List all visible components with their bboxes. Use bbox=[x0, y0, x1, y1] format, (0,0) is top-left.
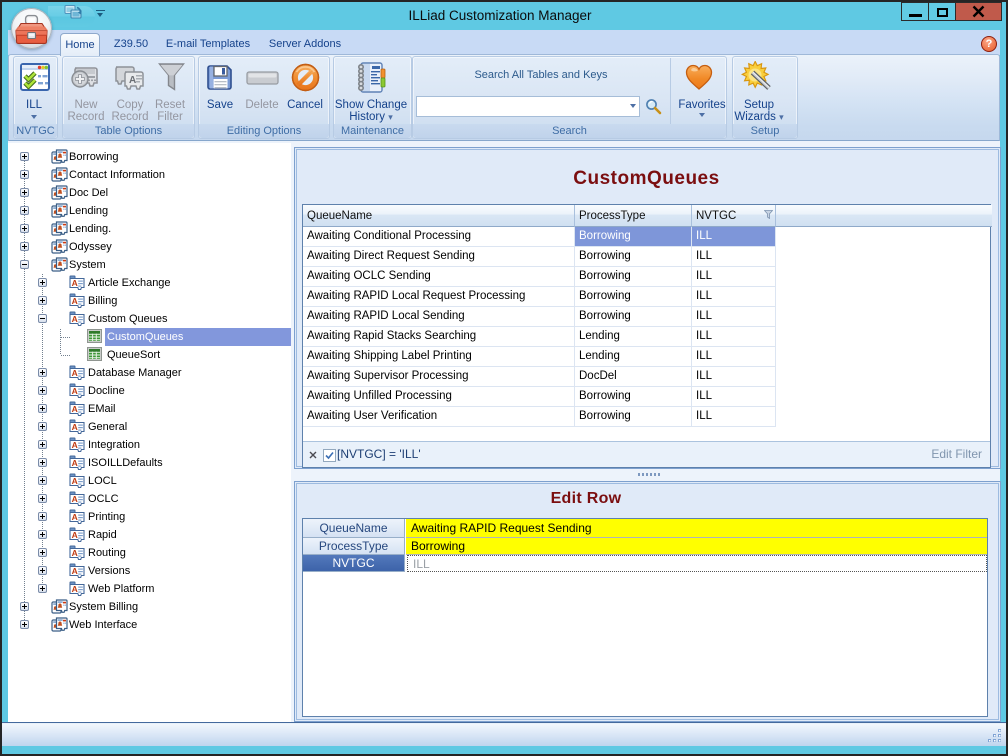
svg-text:A: A bbox=[72, 530, 78, 540]
svg-text:A: A bbox=[72, 386, 78, 396]
svg-text:A: A bbox=[72, 566, 78, 576]
svg-text:A: A bbox=[72, 476, 78, 486]
svg-text:A: A bbox=[72, 584, 78, 594]
svg-text:A: A bbox=[72, 278, 78, 288]
svg-text:A: A bbox=[72, 440, 78, 450]
svg-text:A: A bbox=[72, 314, 78, 324]
svg-text:A: A bbox=[72, 512, 78, 522]
svg-text:A: A bbox=[72, 548, 78, 558]
svg-text:A: A bbox=[72, 296, 78, 306]
svg-text:A: A bbox=[72, 404, 78, 414]
svg-text:A: A bbox=[72, 494, 78, 504]
svg-text:A: A bbox=[72, 458, 78, 468]
svg-text:A: A bbox=[129, 75, 136, 86]
svg-text:A: A bbox=[72, 422, 78, 432]
svg-text:A: A bbox=[72, 368, 78, 378]
